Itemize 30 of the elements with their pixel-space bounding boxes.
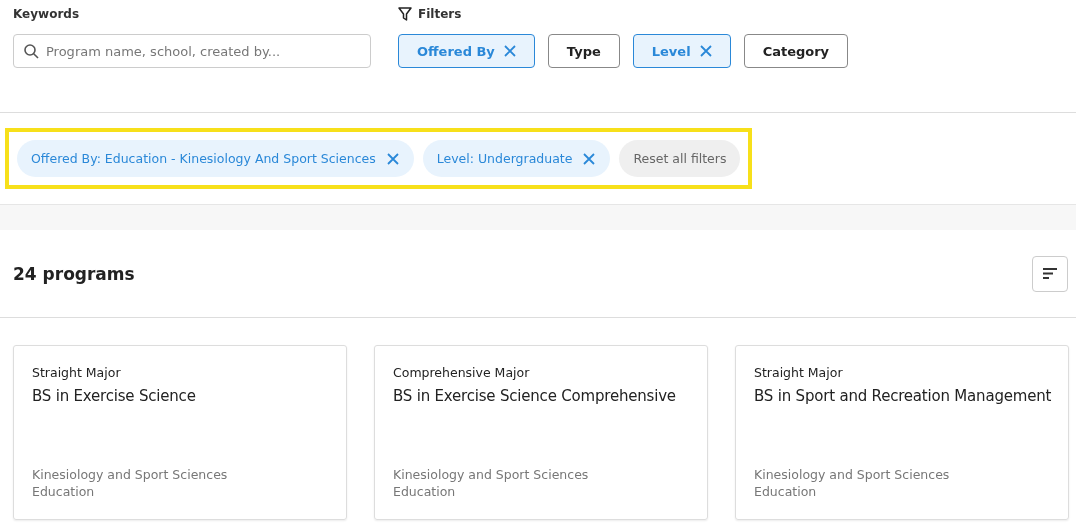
program-title: BS in Exercise Science [32,387,197,405]
close-icon[interactable] [583,152,596,165]
close-icon[interactable] [386,152,399,165]
search-icon [24,44,39,59]
program-type: Comprehensive Major [393,365,531,380]
keywords-label: Keywords [13,6,81,23]
program-department: Kinesiology and Sport Sciences [32,466,229,483]
program-department: Kinesiology and Sport Sciences [754,466,951,483]
program-card[interactable]: Straight Major BS in Exercise Science Kinesiology and Sport Sciences Education [13,345,347,520]
close-icon[interactable] [699,45,712,57]
program-type: Straight Major [32,365,122,380]
program-card[interactable]: Straight Major BS in Sport and Recreation Management Kinesiology and Sport Sciences Education [735,345,1069,520]
filter-icon [398,7,412,21]
filter-button[interactable]: Type [547,34,620,68]
program-school: Education [32,483,96,500]
program-type: Straight Major [754,365,844,380]
program-school: Education [393,483,457,500]
results-count: 24 programs [13,263,135,284]
close-icon[interactable] [503,45,516,57]
sort-icon [1043,268,1057,279]
program-title: BS in Sport and Recreation Management [754,387,1050,405]
reset-filters-button[interactable]: Reset all filters [619,140,741,177]
sort-button[interactable] [1032,255,1068,292]
filter-button[interactable]: Category [743,34,849,68]
program-school: Education [754,483,818,500]
filters-label: Filters [418,7,462,21]
search-field[interactable]: Program name, school, created by... [13,34,371,68]
program-card[interactable]: Comprehensive Major BS in Exercise Science Comprehensive Kinesiology and Sport Sciences Education [374,345,708,520]
program-title: BS in Exercise Science Comprehensive [393,387,677,405]
program-department: Kinesiology and Sport Sciences [393,466,590,483]
